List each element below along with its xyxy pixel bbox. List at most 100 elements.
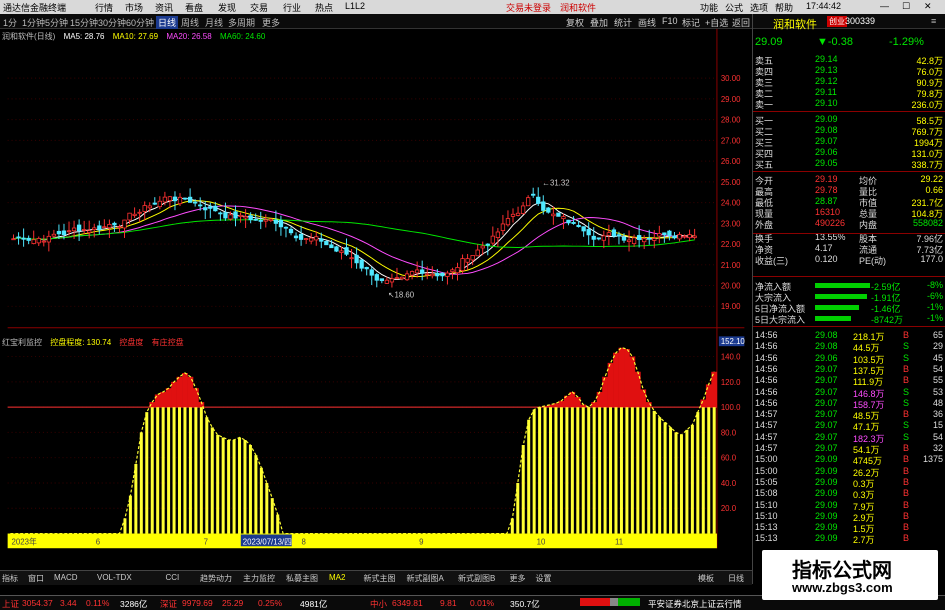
back-button[interactable]: 返回 [732, 16, 750, 29]
menu-item-hangye[interactable]: 行业 [283, 1, 301, 14]
tab-8[interactable]: MA2 [329, 573, 345, 582]
tick-time: 15:05 [755, 476, 778, 487]
overlay-button[interactable]: 叠加 [590, 16, 608, 29]
period-60min[interactable]: 60分钟 [126, 16, 154, 29]
price-tick-label: 24.00 [721, 199, 741, 208]
tick-side: B [903, 363, 910, 374]
maximize-icon[interactable]: ☐ [902, 1, 910, 12]
candle-body [601, 235, 606, 241]
candle-body [616, 234, 622, 237]
candle-body [495, 231, 501, 238]
tab-1[interactable]: 窗口 [28, 573, 44, 584]
tab-2[interactable]: MACD [54, 573, 78, 582]
draw-button[interactable]: 画线 [638, 16, 656, 29]
period-1min[interactable]: 1分钟 [22, 16, 45, 29]
tab-13[interactable]: 设置 [536, 573, 552, 584]
tick-price: 29.09 [815, 522, 838, 533]
period-1fen[interactable]: 1分 [3, 16, 17, 29]
menu-item-gongneng[interactable]: 功能 [700, 1, 718, 14]
f10-button[interactable]: F10 [662, 16, 678, 26]
tab-12[interactable]: 更多 [510, 573, 526, 584]
menu-item-faxian[interactable]: 发现 [218, 1, 236, 14]
menu-item-gongshi[interactable]: 公式 [725, 1, 743, 14]
tab-10[interactable]: 新式副图A [407, 573, 444, 584]
tab-6[interactable]: 主力监控 [243, 573, 275, 584]
index-sz-value: 9979.69 [182, 598, 213, 608]
period-30min[interactable]: 30分钟 [98, 16, 126, 29]
daily-tab[interactable]: 日线 [728, 573, 744, 584]
period-multi[interactable]: 多周期 [228, 16, 255, 29]
stock-code: 300339 [845, 16, 876, 26]
tab-7[interactable]: 私募主图 [286, 573, 318, 584]
tick-row: 14:56 29.06 103.5万 S 45 [753, 353, 945, 365]
mark-button[interactable]: 标记 [682, 16, 700, 29]
tab-9[interactable]: 新式主图 [364, 573, 396, 584]
candle-body [177, 196, 183, 205]
menu-item-shichang[interactable]: 市场 [125, 1, 143, 14]
period-weekly[interactable]: 周线 [181, 16, 199, 29]
tick-time: 14:56 [755, 330, 778, 340]
menu-item-hangqing[interactable]: 行情 [95, 1, 113, 14]
candle-body [596, 237, 601, 240]
candle-body [349, 257, 354, 260]
tick-side: B [903, 476, 910, 487]
candle-body [647, 237, 652, 240]
period-monthly[interactable]: 月线 [205, 16, 223, 29]
tab-0[interactable]: 指标 [2, 573, 18, 584]
legend-ma20: MA20: 26.58 [166, 32, 212, 41]
template-tab[interactable]: 模板 [698, 573, 714, 584]
candle-body [546, 207, 551, 213]
candle-body [152, 202, 157, 205]
menu-item-bangzhu[interactable]: 帮助 [775, 1, 793, 14]
tick-price: 29.07 [815, 375, 838, 386]
period-daily[interactable]: 日线 [156, 16, 179, 29]
tick-side: B [903, 522, 910, 533]
menu-item-kanpan[interactable]: 看盘 [185, 1, 203, 14]
candle-body [389, 278, 395, 283]
minimize-icon[interactable]: — [880, 1, 889, 11]
candle-body [409, 271, 415, 276]
menu-item-redian[interactable]: 热点 [315, 1, 333, 14]
date-tick-label: 6 [96, 537, 101, 546]
period-15min[interactable]: 15分钟 [70, 16, 98, 29]
stats-button[interactable]: 统计 [614, 16, 632, 29]
period-more[interactable]: 更多 [262, 16, 280, 29]
stat-value: 28.87 [815, 196, 838, 206]
tick-price: 29.09 [815, 454, 838, 465]
index-zx-amt: 350.7亿 [510, 599, 540, 609]
candle-body [248, 215, 253, 221]
stat-row: 最高 29.78 量比 0.66 [753, 185, 945, 197]
chart-area[interactable]: 30.00 29.00 28.00 27.00 26.00 25.00 24.00 23.00… [0, 29, 752, 559]
app-title: 通达信金融终端 [3, 3, 67, 13]
panel-menu-icon[interactable]: ≡ [931, 16, 936, 26]
close-icon[interactable]: ✕ [924, 1, 932, 12]
tick-side: S [903, 431, 910, 442]
candle-body [268, 218, 273, 222]
index-sz-chg: 25.29 [222, 598, 244, 608]
tab-4[interactable]: CCI [166, 573, 180, 582]
candle-body [551, 213, 556, 217]
add-watchlist-button[interactable]: +自选 [705, 16, 728, 29]
trade-login-link[interactable]: 交易未登录 [506, 1, 551, 14]
candle-body [460, 258, 465, 271]
indicator-tick-label: 60.0 [721, 454, 737, 463]
candle-body [531, 193, 536, 196]
candle-body [541, 201, 546, 211]
menu-item-jiaoyi[interactable]: 交易 [250, 1, 268, 14]
candle-body [309, 237, 314, 242]
menu-item-xuanxiang[interactable]: 选项 [750, 1, 768, 14]
date-tick-label: 10 [537, 537, 546, 546]
candle-body [223, 212, 228, 219]
tab-3[interactable]: VOL-TDX [97, 573, 132, 582]
candle-body [41, 240, 46, 243]
candle-body [142, 205, 147, 212]
period-5min[interactable]: 5分钟 [45, 16, 68, 29]
menu-item-zixun[interactable]: 资讯 [155, 1, 173, 14]
stock-name-link[interactable]: 润和软件 [560, 1, 596, 14]
tab-5[interactable]: 趋势动力 [200, 573, 232, 584]
candle-body [692, 235, 697, 238]
stat-row: 净资 4.17 流通 7.73亿 [753, 243, 945, 255]
menu-item-l1l2[interactable]: L1L2 [345, 1, 365, 11]
tab-11[interactable]: 新式副图B [458, 573, 495, 584]
fuquan-button[interactable]: 复权 [566, 16, 584, 29]
